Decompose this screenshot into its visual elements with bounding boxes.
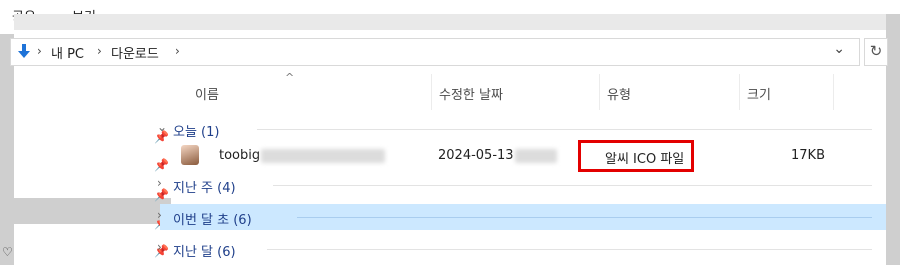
column-name[interactable]: 이름 xyxy=(195,84,219,103)
chevron-down-icon[interactable]: ⌄ xyxy=(157,120,167,134)
heart-icon: ♡ xyxy=(2,245,13,259)
navigation-pane: 📌 📌 📌 📌 📌 xyxy=(14,74,171,265)
group-divider xyxy=(273,185,872,186)
window-right-gutter xyxy=(886,14,900,265)
group-divider xyxy=(297,217,872,218)
ico-file-icon xyxy=(181,145,199,165)
column-divider[interactable] xyxy=(431,74,432,110)
group-early-month[interactable]: › 이번 달 초 (6) xyxy=(157,206,872,228)
column-divider[interactable] xyxy=(739,74,740,110)
file-date: 2024-05-13 xyxy=(438,148,514,163)
chevron-right-icon[interactable]: › xyxy=(157,208,162,222)
group-last-week[interactable]: › 지난 주 (4) xyxy=(157,174,872,196)
nav-item-selected[interactable] xyxy=(14,198,171,224)
chevron-right-icon[interactable]: › xyxy=(157,240,162,254)
redacted-time xyxy=(515,149,557,163)
group-label: 지난 달 (6) xyxy=(173,245,236,260)
column-header: ^ 이름 수정한 날짜 유형 크기 xyxy=(157,71,872,114)
breadcrumb-downloads[interactable]: 다운로드 xyxy=(111,43,159,62)
chevron-right-icon[interactable]: › xyxy=(157,176,162,190)
window-top-gutter xyxy=(14,14,886,30)
refresh-button[interactable]: ↻ xyxy=(864,38,888,66)
window-left-gutter xyxy=(0,34,14,265)
chevron-down-icon[interactable]: ⌄ xyxy=(833,41,845,57)
group-label: 지난 주 (4) xyxy=(173,181,236,196)
file-name: toobig xyxy=(219,148,261,163)
chevron-right-icon: › xyxy=(37,44,42,58)
group-divider xyxy=(257,129,872,130)
column-type[interactable]: 유형 xyxy=(607,84,631,103)
chevron-right-icon: › xyxy=(97,44,102,58)
redacted-name xyxy=(261,149,385,163)
chevron-right-icon: › xyxy=(175,44,180,58)
highlight-box xyxy=(578,140,694,172)
file-size: 17KB xyxy=(791,148,825,163)
table-row[interactable]: toobig 2024-05-13 알씨 ICO 파일 17KB xyxy=(157,143,872,169)
column-date-modified[interactable]: 수정한 날짜 xyxy=(439,84,503,103)
column-divider[interactable] xyxy=(833,74,834,110)
sort-ascending-icon: ^ xyxy=(285,71,295,84)
download-arrow-icon xyxy=(18,44,30,58)
refresh-icon: ↻ xyxy=(869,42,883,60)
group-today[interactable]: ⌄ 오늘 (1) xyxy=(157,118,872,140)
column-divider[interactable] xyxy=(599,74,600,110)
address-bar[interactable]: › 내 PC › 다운로드 › ⌄ xyxy=(10,38,860,66)
group-label: 이번 달 초 (6) xyxy=(173,213,252,228)
breadcrumb-this-pc[interactable]: 내 PC xyxy=(51,43,84,62)
group-divider xyxy=(267,249,872,250)
group-last-month[interactable]: › 지난 달 (6) xyxy=(157,238,872,260)
group-label: 오늘 (1) xyxy=(173,125,220,140)
column-size[interactable]: 크기 xyxy=(747,84,771,103)
